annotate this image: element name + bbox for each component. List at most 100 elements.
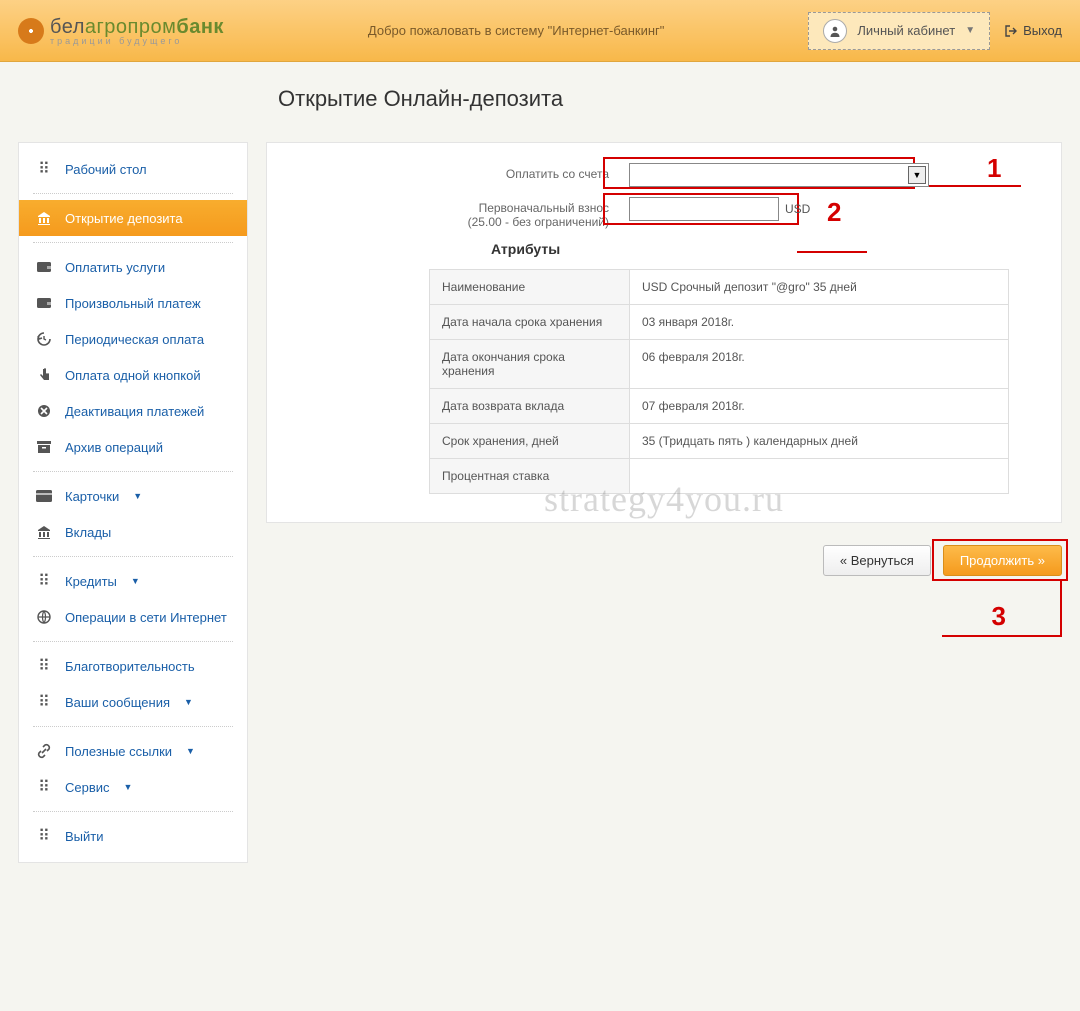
sidebar: Рабочий стол Открытие депозита Оплатить ус… xyxy=(18,142,248,863)
sidebar-item-14[interactable]: Полезные ссылки ▼ xyxy=(19,733,247,769)
sidebar-item-label: Произвольный платеж xyxy=(65,296,201,311)
table-row: Срок хранения, дней35 (Тридцать пять ) к… xyxy=(430,424,1009,459)
chevron-down-icon: ▼ xyxy=(908,166,926,184)
sidebar-item-11[interactable]: Операции в сети Интернет xyxy=(19,599,247,635)
sidebar-item-label: Вклады xyxy=(65,525,111,540)
attr-key: Срок хранения, дней xyxy=(430,424,630,459)
back-button[interactable]: « Вернуться xyxy=(823,545,931,576)
account-label: Личный кабинет xyxy=(857,23,955,38)
attr-val xyxy=(630,459,1009,494)
attributes-title: Атрибуты xyxy=(491,241,1037,257)
table-row: Дата возврата вклада07 февраля 2018г. xyxy=(430,389,1009,424)
sidebar-item-12[interactable]: Благотворительность xyxy=(19,648,247,684)
attributes-table: НаименованиеUSD Срочный депозит "@gro" 3… xyxy=(429,269,1009,494)
sidebar-item-label: Карточки xyxy=(65,489,119,504)
sidebar-item-label: Оплатить услуги xyxy=(65,260,165,275)
sidebar-item-10[interactable]: Кредиты ▼ xyxy=(19,563,247,599)
account-dropdown[interactable]: Личный кабинет ▼ xyxy=(808,12,990,50)
grid-icon xyxy=(35,657,53,675)
sidebar-item-6[interactable]: Деактивация платежей xyxy=(19,393,247,429)
callout-3: 3 xyxy=(992,601,1006,632)
cancel-icon xyxy=(35,402,53,420)
grid-icon xyxy=(35,693,53,711)
globe-icon xyxy=(35,608,53,626)
sidebar-item-label: Кредиты xyxy=(65,574,117,589)
sidebar-item-1[interactable]: Открытие депозита xyxy=(19,200,247,236)
sidebar-item-label: Ваши сообщения xyxy=(65,695,170,710)
grid-icon xyxy=(35,778,53,796)
attr-key: Процентная ставка xyxy=(430,459,630,494)
currency-label: USD xyxy=(785,202,810,216)
attr-key: Дата начала срока хранения xyxy=(430,305,630,340)
sidebar-item-label: Периодическая оплата xyxy=(65,332,204,347)
table-row: Дата окончания срока хранения06 февраля … xyxy=(430,340,1009,389)
page-title: Открытие Онлайн-депозита xyxy=(0,62,1080,120)
header: белагропромбанк традиции будущего Добро … xyxy=(0,0,1080,62)
attr-val: USD Срочный депозит "@gro" 35 дней xyxy=(630,270,1009,305)
table-row: Процентная ставка xyxy=(430,459,1009,494)
attr-key: Дата возврата вклада xyxy=(430,389,630,424)
attr-key: Дата окончания срока хранения xyxy=(430,340,630,389)
grid-icon xyxy=(35,572,53,590)
wallet-icon xyxy=(35,258,53,276)
sidebar-item-label: Сервис xyxy=(65,780,110,795)
table-row: НаименованиеUSD Срочный депозит "@gro" 3… xyxy=(430,270,1009,305)
grid-icon xyxy=(35,160,53,178)
history-icon xyxy=(35,330,53,348)
welcome-text: Добро пожаловать в систему "Интернет-бан… xyxy=(224,23,808,38)
logo-icon xyxy=(18,18,44,44)
grid-icon xyxy=(35,827,53,845)
bank-icon xyxy=(35,209,53,227)
bank-icon xyxy=(35,523,53,541)
table-row: Дата начала срока хранения03 января 2018… xyxy=(430,305,1009,340)
chevron-down-icon: ▼ xyxy=(124,782,133,792)
sidebar-item-16[interactable]: Выйти xyxy=(19,818,247,854)
sidebar-item-8[interactable]: Карточки ▼ xyxy=(19,478,247,514)
initial-deposit-label: Первоначальный взнос (25.00 - без ограни… xyxy=(429,197,629,229)
actions-bar: 3 « Вернуться Продолжить » xyxy=(266,545,1062,576)
logo: белагропромбанк традиции будущего xyxy=(18,16,224,46)
hand-icon xyxy=(35,366,53,384)
callout-2: 2 xyxy=(827,197,841,228)
continue-button[interactable]: Продолжить » xyxy=(943,545,1062,576)
attr-val: 03 января 2018г. xyxy=(630,305,1009,340)
chevron-down-icon: ▼ xyxy=(184,697,193,707)
sidebar-item-0[interactable]: Рабочий стол xyxy=(19,151,247,187)
chevron-down-icon: ▼ xyxy=(131,576,140,586)
link-icon xyxy=(35,742,53,760)
form-panel: 1 2 Оплатить со счета ▼ Первоначальный в… xyxy=(266,142,1062,523)
wallet-icon xyxy=(35,294,53,312)
sidebar-item-label: Рабочий стол xyxy=(65,162,147,177)
sidebar-item-label: Деактивация платежей xyxy=(65,404,204,419)
sidebar-item-3[interactable]: Произвольный платеж xyxy=(19,285,247,321)
chevron-down-icon: ▼ xyxy=(965,25,975,36)
pay-from-select[interactable]: ▼ xyxy=(629,163,929,187)
sidebar-item-label: Выйти xyxy=(65,829,104,844)
attr-key: Наименование xyxy=(430,270,630,305)
initial-deposit-input[interactable] xyxy=(629,197,779,221)
user-icon xyxy=(823,19,847,43)
attr-val: 35 (Тридцать пять ) календарных дней xyxy=(630,424,1009,459)
callout-1: 1 xyxy=(987,153,1001,184)
sidebar-item-label: Открытие депозита xyxy=(65,211,183,226)
attr-val: 07 февраля 2018г. xyxy=(630,389,1009,424)
sidebar-item-15[interactable]: Сервис ▼ xyxy=(19,769,247,805)
sidebar-item-4[interactable]: Периодическая оплата xyxy=(19,321,247,357)
sidebar-item-label: Архив операций xyxy=(65,440,163,455)
exit-button[interactable]: Выход xyxy=(1004,23,1062,38)
attr-val: 06 февраля 2018г. xyxy=(630,340,1009,389)
chevron-down-icon: ▼ xyxy=(133,491,142,501)
pay-from-label: Оплатить со счета xyxy=(429,163,629,181)
sidebar-item-label: Благотворительность xyxy=(65,659,195,674)
archive-icon xyxy=(35,438,53,456)
sidebar-item-9[interactable]: Вклады xyxy=(19,514,247,550)
card-icon xyxy=(35,487,53,505)
sidebar-item-13[interactable]: Ваши сообщения ▼ xyxy=(19,684,247,720)
sidebar-item-label: Полезные ссылки xyxy=(65,744,172,759)
chevron-down-icon: ▼ xyxy=(186,746,195,756)
sidebar-item-5[interactable]: Оплата одной кнопкой xyxy=(19,357,247,393)
sidebar-item-7[interactable]: Архив операций xyxy=(19,429,247,465)
sidebar-item-2[interactable]: Оплатить услуги xyxy=(19,249,247,285)
exit-icon xyxy=(1004,24,1018,38)
sidebar-item-label: Операции в сети Интернет xyxy=(65,610,227,625)
